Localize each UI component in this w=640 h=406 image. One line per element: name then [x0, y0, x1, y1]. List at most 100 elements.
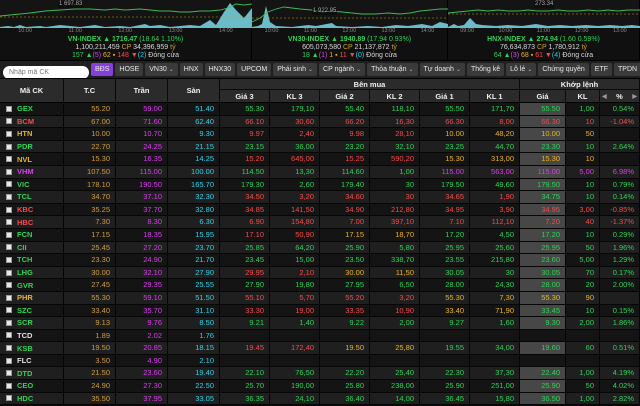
matched-vol-cell: 2,00 — [566, 317, 600, 329]
row-checkbox[interactable] — [6, 307, 12, 313]
tab-vn30[interactable]: VN30⌄ — [145, 63, 178, 76]
ticker-symbol[interactable]: HDC — [17, 394, 33, 403]
advancers-count: 157 ▲ — [72, 52, 93, 59]
ticker-symbol[interactable]: VHM — [17, 167, 34, 176]
ticker-symbol[interactable]: DTD — [17, 369, 32, 378]
match-group: Khớp lệnh GiáKL◀%▶ — [520, 79, 640, 102]
bid-vol3-cell: 19,00 — [270, 305, 320, 317]
tab-lô-lẻ[interactable]: Lô lẻ⌄ — [506, 63, 536, 76]
bid-price1-cell: 7.10 — [420, 216, 470, 228]
tab-etf[interactable]: ETF — [591, 63, 612, 76]
ticker-symbol[interactable]: GEX — [17, 104, 33, 113]
row-checkbox[interactable] — [6, 118, 12, 124]
bid-price1-cell: 28.00 — [420, 279, 470, 291]
ticker-symbol[interactable]: LHG — [17, 268, 33, 277]
ticker-symbol[interactable]: GVR — [17, 281, 33, 290]
tab-cp-ngành[interactable]: CP ngành⌄ — [319, 63, 365, 76]
scroll-left-icon[interactable]: ◀ — [602, 93, 607, 100]
change-pct-cell: 6.98% — [600, 166, 640, 178]
row-checkbox[interactable] — [6, 270, 12, 276]
ticker-symbol[interactable]: SZC — [17, 306, 32, 315]
matched-vol-cell: 10 — [566, 229, 600, 241]
ticker-symbol[interactable]: SCR — [17, 318, 33, 327]
bid-price3-cell: 9.97 — [220, 128, 270, 140]
row-checkbox[interactable] — [6, 332, 12, 338]
row-checkbox[interactable] — [6, 181, 12, 187]
tab-phái-sinh[interactable]: Phái sinh⌄ — [273, 63, 317, 76]
bid-vol3-cell: 645,00 — [270, 153, 320, 165]
tab-hose[interactable]: HOSE — [115, 63, 143, 76]
tab-tự-doanh[interactable]: Tự doanh⌄ — [420, 63, 465, 76]
row-checkbox[interactable] — [6, 131, 12, 137]
row-checkbox[interactable] — [6, 194, 12, 200]
bid-price2-cell: 25.80 — [320, 380, 370, 392]
ticker-symbol[interactable]: TCH — [17, 255, 32, 264]
row-checkbox[interactable] — [6, 106, 12, 112]
row-checkbox[interactable] — [6, 282, 12, 288]
tab-chứng-quyền[interactable]: Chứng quyền — [538, 63, 588, 76]
ticker-symbol[interactable]: CEO — [17, 381, 33, 390]
ticker-symbol[interactable]: TCD — [17, 331, 32, 340]
matched-vol-cell: 10 — [566, 305, 600, 317]
ticker-symbol[interactable]: FCN — [17, 230, 32, 239]
row-checkbox[interactable] — [6, 144, 12, 150]
ref-price-cell: 24.90 — [64, 380, 116, 392]
bid-price3-cell: 179.30 — [220, 179, 270, 191]
search-input[interactable] — [3, 66, 89, 79]
row-checkbox[interactable] — [6, 244, 12, 250]
col-header-kl3: KL 3 — [270, 90, 320, 103]
ticker-symbol[interactable]: NVL — [17, 155, 32, 164]
tab-thỏa-thuận[interactable]: Thỏa thuận⌄ — [367, 63, 417, 76]
tab-hnx30[interactable]: HNX30 — [205, 63, 236, 76]
tab-hnx[interactable]: HNX — [180, 63, 203, 76]
bid-vol1-cell: 30 — [470, 267, 520, 279]
matched-vol-cell — [566, 330, 600, 342]
chevron-down-icon: ⌄ — [456, 67, 461, 73]
tab-tpdn[interactable]: TPDN — [614, 63, 640, 76]
row-checkbox[interactable] — [6, 358, 12, 364]
row-checkbox[interactable] — [6, 169, 12, 175]
ticker-symbol[interactable]: KSB — [17, 344, 33, 353]
matched-vol-cell: 70 — [566, 267, 600, 279]
ceiling-price-cell: 23.60 — [116, 367, 168, 379]
change-pct-cell: 0.14% — [600, 191, 640, 203]
matched-price-cell: 28.00 — [520, 279, 566, 291]
ceiling-price-cell: 10.70 — [116, 128, 168, 140]
row-checkbox[interactable] — [6, 257, 12, 263]
row-checkbox[interactable] — [6, 395, 12, 401]
row-checkbox[interactable] — [6, 207, 12, 213]
ticker-symbol[interactable]: PHR — [17, 293, 33, 302]
ticker-symbol[interactable]: CII — [17, 243, 27, 252]
scroll-right-icon[interactable]: ▶ — [632, 93, 637, 100]
index-name: VN-INDEX — [68, 36, 103, 43]
ticker-symbol[interactable]: FLC — [17, 356, 32, 365]
bid-price1-cell: 25.95 — [420, 242, 470, 254]
ticker-symbol[interactable]: PDR — [17, 142, 33, 151]
ticker-symbol[interactable]: VIC — [17, 180, 30, 189]
ticker-symbol[interactable]: HBC — [17, 218, 33, 227]
tab-thống-kê[interactable]: Thống kê — [467, 63, 504, 76]
change-pct-cell — [600, 292, 640, 304]
ticker-symbol[interactable]: HTN — [17, 129, 32, 138]
matched-price-cell: 66.30 — [520, 116, 566, 128]
ticker-symbol[interactable]: TCL — [17, 192, 32, 201]
row-checkbox[interactable] — [6, 232, 12, 238]
floor-price-cell: 21.70 — [168, 254, 220, 266]
bid-vol3-cell: 15,00 — [270, 254, 320, 266]
time-tick: 11:00 — [304, 28, 317, 35]
row-checkbox[interactable] — [6, 219, 12, 225]
row-checkbox[interactable] — [6, 370, 12, 376]
ticker-symbol[interactable]: BCM — [17, 117, 34, 126]
index-headline: HNX-INDEX ▲ 274.94 (1.60 0.59%) — [448, 36, 639, 44]
row-checkbox[interactable] — [6, 383, 12, 389]
tab-bđs[interactable]: BĐS — [91, 63, 113, 76]
ref-price-cell: 1.89 — [64, 330, 116, 342]
row-checkbox[interactable] — [6, 156, 12, 162]
ticker-symbol[interactable]: KBC — [17, 205, 33, 214]
row-checkbox[interactable] — [6, 320, 12, 326]
row-checkbox[interactable] — [6, 345, 12, 351]
tab-upcom[interactable]: UPCOM — [237, 63, 271, 76]
shares-value: 76,634,873 — [500, 44, 537, 51]
row-checkbox[interactable] — [6, 295, 12, 301]
bid-vol1-cell: 8,00 — [470, 116, 520, 128]
